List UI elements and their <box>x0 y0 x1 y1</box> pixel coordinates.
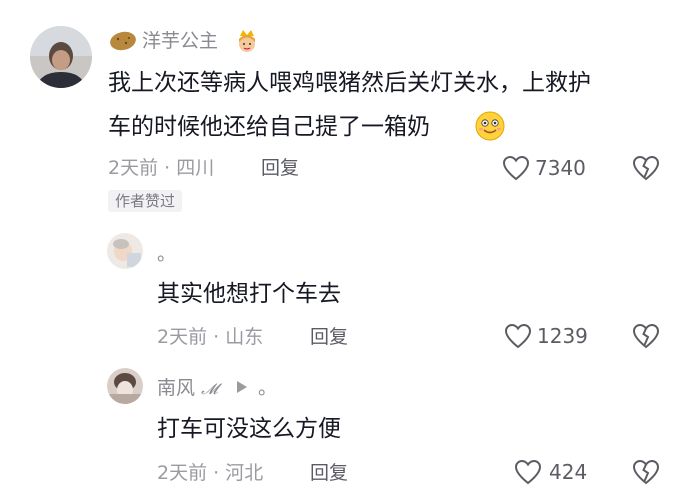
reply-button[interactable]: 回复 <box>310 325 348 349</box>
like-button[interactable]: 1239 <box>504 322 604 350</box>
username[interactable]: 。 <box>157 242 176 266</box>
heart-icon <box>502 155 530 181</box>
location-label: 四川 <box>176 157 215 179</box>
princess-icon <box>234 27 260 55</box>
location-label: 河北 <box>225 462 264 484</box>
comment-text: 打车可没这么方便 <box>157 416 341 442</box>
reply-button[interactable]: 回复 <box>261 156 299 180</box>
username[interactable]: 洋芋公主 <box>142 29 218 53</box>
avatar-reply-2[interactable] <box>107 368 143 404</box>
like-button[interactable]: 424 <box>514 458 604 486</box>
reply-header: 南风 𝓜 <box>157 376 218 401</box>
time-label: 2天前 <box>108 157 159 179</box>
username[interactable]: 南风 <box>157 377 195 399</box>
separator: · <box>213 462 220 484</box>
heart-icon <box>504 323 532 349</box>
like-button[interactable]: 7340 <box>502 154 602 182</box>
like-count: 1239 <box>537 324 588 348</box>
comment-meta: 2天前 · 四川 <box>108 156 214 180</box>
potato-icon <box>108 30 138 52</box>
comment-text-line1: 我上次还等病人喂鸡喂猪然后关灯关水，上救护 <box>108 70 591 96</box>
separator: · <box>164 157 171 179</box>
location-label: 山东 <box>225 326 264 348</box>
comment-text: 其实他想打个车去 <box>157 281 341 307</box>
reply-arrow-icon <box>236 380 248 394</box>
reply-button[interactable]: 回复 <box>310 461 348 485</box>
username-suffix: 𝓜 <box>201 380 218 398</box>
separator: · <box>213 326 220 348</box>
author-liked-badge: 作者赞过 <box>108 190 183 212</box>
comment-meta: 2天前 · 河北 <box>157 461 263 485</box>
avatar-reply-1[interactable] <box>107 233 143 269</box>
heart-icon <box>514 459 542 485</box>
time-label: 2天前 <box>157 326 208 348</box>
comment-meta: 2天前 · 山东 <box>157 325 263 349</box>
smile-emoji-icon <box>474 110 506 142</box>
like-count: 424 <box>549 460 588 484</box>
broken-heart-icon[interactable] <box>632 155 660 181</box>
reply-to-username[interactable]: 。 <box>258 376 277 400</box>
broken-heart-icon[interactable] <box>632 459 660 485</box>
avatar-main-commenter[interactable] <box>30 26 92 88</box>
like-count: 7340 <box>535 156 586 180</box>
broken-heart-icon[interactable] <box>632 323 660 349</box>
comment-text-line2: 车的时候他还给自己提了一箱奶 <box>108 114 430 140</box>
time-label: 2天前 <box>157 462 208 484</box>
